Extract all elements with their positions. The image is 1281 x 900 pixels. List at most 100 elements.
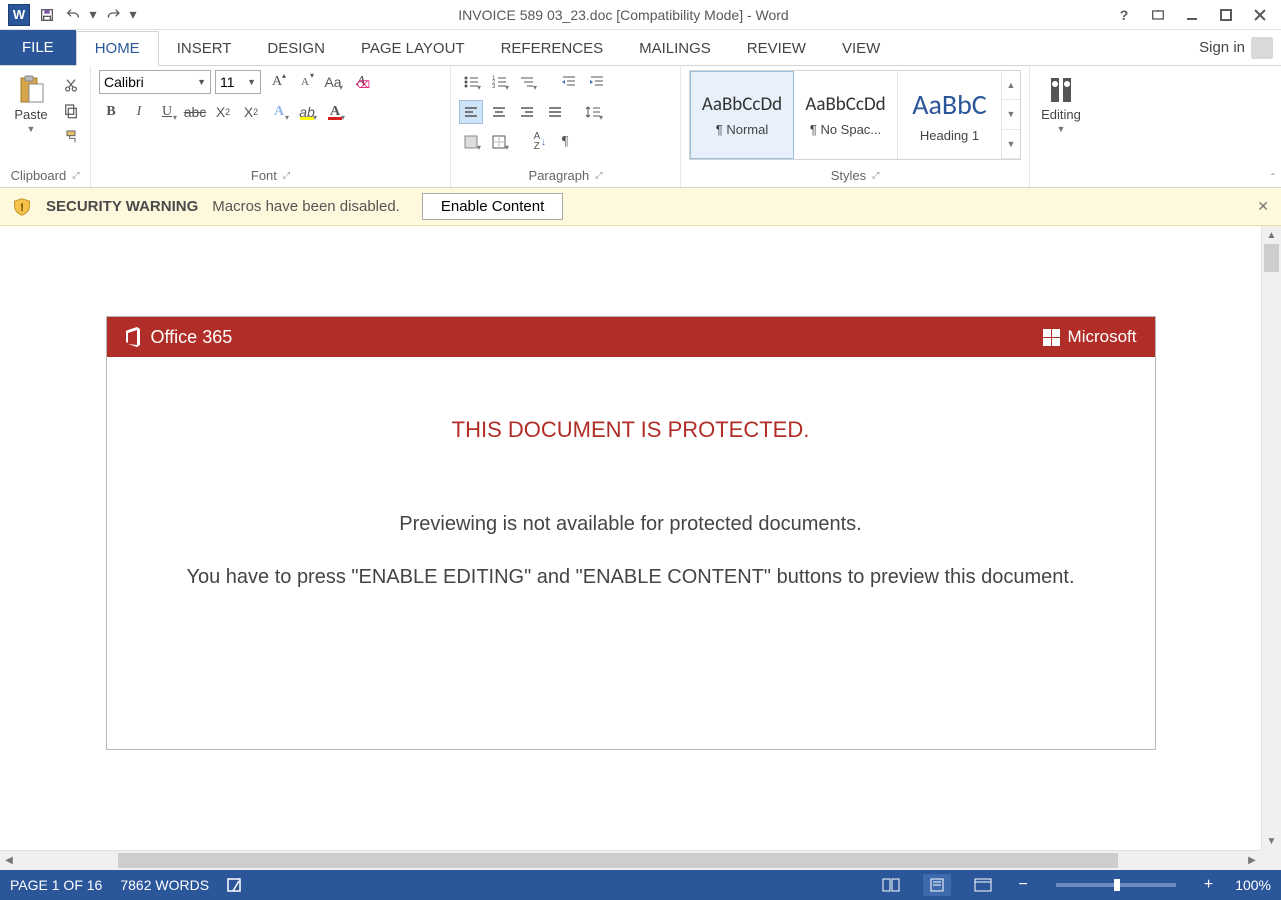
zoom-out-icon[interactable]: − [1015, 876, 1032, 894]
multilevel-list-icon[interactable]: ▾ [515, 70, 539, 94]
read-mode-icon[interactable] [877, 874, 905, 896]
group-paragraph: ▾ 123▾ ▾ ▾ ▾ ▾ AZ↓ ¶ [451, 66, 681, 187]
copy-icon[interactable] [60, 100, 82, 122]
font-size-combo[interactable]: 11▼ [215, 70, 261, 94]
italic-icon[interactable]: I [127, 100, 151, 124]
scroll-up-icon[interactable]: ▲ [1262, 226, 1281, 244]
style-normal[interactable]: AaBbCcDd ¶ Normal [690, 71, 794, 159]
show-hide-icon[interactable]: ¶ [553, 130, 577, 154]
increase-indent-icon[interactable] [585, 70, 609, 94]
tab-design[interactable]: DESIGN [249, 30, 343, 65]
shrink-font-icon[interactable]: A▾ [293, 70, 317, 94]
sign-in-button[interactable]: Sign in [1191, 30, 1281, 65]
document-canvas[interactable]: Office 365 Microsoft THIS DOCUMENT IS PR… [0, 226, 1261, 850]
collapse-ribbon-icon[interactable]: ˆ [1271, 171, 1275, 185]
align-center-icon[interactable] [487, 100, 511, 124]
ribbon-display-icon[interactable] [1141, 2, 1175, 28]
change-case-icon[interactable]: Aa▾ [321, 70, 345, 94]
numbering-icon[interactable]: 123▾ [487, 70, 511, 94]
close-icon[interactable] [1243, 2, 1277, 28]
zoom-level[interactable]: 100% [1235, 877, 1271, 893]
grow-font-icon[interactable]: A▴ [265, 70, 289, 94]
undo-icon[interactable] [60, 2, 86, 28]
security-close-icon[interactable]: ✕ [1257, 198, 1269, 215]
clear-formatting-icon[interactable]: A⌫ [349, 70, 373, 94]
bold-icon[interactable]: B [99, 100, 123, 124]
justify-icon[interactable] [543, 100, 567, 124]
group-editing: Editing ▼ [1030, 66, 1092, 187]
zoom-in-icon[interactable]: + [1200, 876, 1217, 894]
status-bar: PAGE 1 OF 16 7862 WORDS − + 100% [0, 870, 1281, 900]
scroll-left-icon[interactable]: ◀ [0, 851, 18, 870]
align-left-icon[interactable] [459, 100, 483, 124]
web-layout-icon[interactable] [969, 874, 997, 896]
zoom-handle[interactable] [1114, 879, 1120, 891]
scroll-down-icon[interactable]: ▼ [1262, 832, 1281, 850]
tab-view[interactable]: VIEW [824, 30, 898, 65]
maximize-icon[interactable] [1209, 2, 1243, 28]
line-spacing-icon[interactable]: ▾ [581, 100, 605, 124]
styles-launcher-icon[interactable]: ⤢ [872, 170, 879, 181]
title-bar: W ▾ ▾ INVOICE 589 03_23.doc [Compatibili… [0, 0, 1281, 30]
styles-gallery: AaBbCcDd ¶ Normal AaBbCcDd ¶ No Spac... … [689, 70, 1021, 160]
paste-button[interactable]: Paste ▼ [8, 70, 54, 134]
tab-page-layout[interactable]: PAGE LAYOUT [343, 30, 483, 65]
cut-icon[interactable] [60, 74, 82, 96]
status-page[interactable]: PAGE 1 OF 16 [10, 877, 102, 893]
font-color-icon[interactable]: A▾ [323, 100, 347, 124]
superscript-icon[interactable]: X2 [239, 100, 263, 124]
text-effects-icon[interactable]: A▾ [267, 100, 291, 124]
highlight-icon[interactable]: ab▾ [295, 100, 319, 124]
horizontal-scrollbar[interactable]: ◀ ▶ [0, 850, 1261, 870]
hscroll-thumb[interactable] [118, 853, 1118, 868]
subscript-icon[interactable]: X2 [211, 100, 235, 124]
tab-review[interactable]: REVIEW [729, 30, 824, 65]
tab-mailings[interactable]: MAILINGS [621, 30, 729, 65]
underline-icon[interactable]: U▾ [155, 100, 179, 124]
word-app-icon: W [8, 4, 30, 26]
vertical-scrollbar[interactable]: ▲ ▼ [1261, 226, 1281, 850]
tab-file[interactable]: FILE [0, 30, 76, 65]
style-heading-1[interactable]: AaBbC Heading 1 [898, 71, 1002, 159]
status-proofing-icon[interactable] [227, 877, 245, 893]
ribbon: Paste ▼ Clipboard⤢ Calibri▼ 11▼ A▴ A▾ Aa… [0, 66, 1281, 188]
qat-customize-icon[interactable]: ▾ [126, 2, 140, 28]
save-icon[interactable] [34, 2, 60, 28]
print-layout-icon[interactable] [923, 874, 951, 896]
help-icon[interactable]: ? [1107, 2, 1141, 28]
format-painter-icon[interactable] [60, 126, 82, 148]
align-right-icon[interactable] [515, 100, 539, 124]
gallery-more-icon[interactable]: ▼ [1002, 130, 1020, 159]
editing-button[interactable]: Editing ▼ [1038, 70, 1084, 134]
style-no-spacing[interactable]: AaBbCcDd ¶ No Spac... [794, 71, 898, 159]
borders-icon[interactable]: ▾ [487, 130, 511, 154]
strikethrough-icon[interactable]: abc [183, 100, 207, 124]
svg-text:!: ! [20, 202, 24, 214]
tab-references[interactable]: REFERENCES [483, 30, 622, 65]
font-name-combo[interactable]: Calibri▼ [99, 70, 211, 94]
bullets-icon[interactable]: ▾ [459, 70, 483, 94]
tab-home[interactable]: HOME [76, 31, 159, 66]
shading-icon[interactable]: ▾ [459, 130, 483, 154]
redo-icon[interactable] [100, 2, 126, 28]
gallery-down-icon[interactable]: ▼ [1002, 100, 1020, 129]
document-area: Office 365 Microsoft THIS DOCUMENT IS PR… [0, 226, 1281, 870]
scroll-corner [1261, 850, 1281, 870]
group-clipboard: Paste ▼ Clipboard⤢ [0, 66, 91, 187]
decrease-indent-icon[interactable] [557, 70, 581, 94]
sort-icon[interactable]: AZ↓ [525, 130, 549, 154]
gallery-up-icon[interactable]: ▲ [1002, 71, 1020, 100]
vscroll-thumb[interactable] [1264, 244, 1279, 272]
font-launcher-icon[interactable]: ⤢ [283, 170, 290, 181]
paragraph-launcher-icon[interactable]: ⤢ [595, 170, 602, 181]
enable-content-button[interactable]: Enable Content [422, 193, 563, 220]
status-words[interactable]: 7862 WORDS [120, 877, 209, 893]
font-label: Font [251, 168, 277, 183]
minimize-icon[interactable] [1175, 2, 1209, 28]
scroll-right-icon[interactable]: ▶ [1243, 851, 1261, 870]
clipboard-launcher-icon[interactable]: ⤢ [72, 170, 79, 181]
tab-insert[interactable]: INSERT [159, 30, 250, 65]
zoom-slider[interactable] [1056, 883, 1176, 887]
group-font: Calibri▼ 11▼ A▴ A▾ Aa▾ A⌫ B I U▾ abc X2 … [91, 66, 451, 187]
undo-dropdown-icon[interactable]: ▾ [86, 2, 100, 28]
